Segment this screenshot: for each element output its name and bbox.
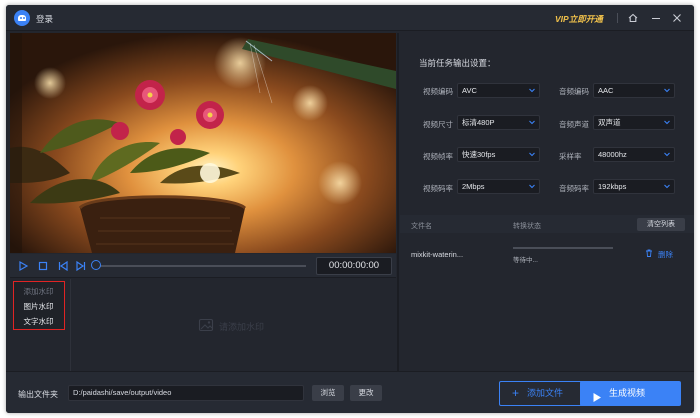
video-bitrate-select[interactable]: 2Mbps bbox=[457, 179, 540, 194]
generate-video-button[interactable]: 生成视频 bbox=[580, 381, 681, 406]
clear-list-button[interactable]: 清空列表 bbox=[637, 218, 685, 231]
video-size-label: 视频尺寸 bbox=[423, 120, 453, 129]
conversion-status: 等待中... bbox=[513, 257, 538, 264]
delete-button[interactable]: 删除 bbox=[658, 249, 673, 260]
time-display: 00:00:00:00 bbox=[316, 257, 392, 275]
audio-codec-label: 音频编码 bbox=[559, 87, 589, 96]
close-icon[interactable] bbox=[670, 11, 684, 25]
frame-rate-label: 视频帧率 bbox=[423, 152, 453, 161]
image-watermark-item[interactable]: 图片水印 bbox=[14, 299, 63, 314]
bottom-bar: 输出文件夹 D:/paidashi/save/output/video 浏览 更… bbox=[6, 371, 694, 413]
player-controls: 00:00:00:00 bbox=[10, 254, 396, 278]
chevron-down-icon bbox=[662, 85, 672, 96]
video-codec-select[interactable]: AVC bbox=[457, 83, 540, 98]
watermark-empty-hint: 请添加水印 bbox=[219, 322, 265, 332]
chevron-down-icon bbox=[527, 85, 537, 96]
conversion-progress-bar bbox=[513, 247, 613, 249]
watermark-menu: 添加水印 图片水印 文字水印 bbox=[13, 281, 65, 330]
chevron-down-icon bbox=[662, 181, 672, 192]
file-list: 文件名 转换状态 清空列表 mixkit-waterin... 等待中... 删… bbox=[400, 215, 694, 371]
output-folder-path[interactable]: D:/paidashi/save/output/video bbox=[68, 385, 304, 401]
column-status: 转换状态 bbox=[513, 223, 541, 230]
previous-frame-icon[interactable] bbox=[56, 259, 70, 273]
play-icon bbox=[592, 388, 602, 402]
next-frame-icon[interactable] bbox=[74, 259, 88, 273]
file-row[interactable]: mixkit-waterin... 等待中... 删除 bbox=[400, 239, 694, 267]
home-icon[interactable] bbox=[626, 11, 640, 25]
watermark-divider bbox=[70, 279, 71, 371]
file-list-header: 文件名 转换状态 清空列表 bbox=[400, 215, 694, 233]
vip-upgrade-link[interactable]: VIP立即开通 bbox=[555, 13, 603, 25]
browse-button[interactable]: 浏览 bbox=[312, 385, 344, 401]
add-file-label: 添加文件 bbox=[527, 388, 564, 398]
video-preview bbox=[10, 33, 396, 253]
audio-channel-label: 音频声道 bbox=[559, 120, 589, 129]
chevron-down-icon bbox=[527, 117, 537, 128]
generate-video-label: 生成视频 bbox=[609, 388, 646, 398]
video-codec-label: 视频编码 bbox=[423, 87, 453, 96]
minimize-icon[interactable] bbox=[649, 11, 663, 25]
image-placeholder-icon bbox=[198, 317, 214, 333]
seek-handle[interactable] bbox=[91, 260, 101, 270]
file-name: mixkit-waterin... bbox=[411, 250, 464, 259]
watermark-panel: 添加水印 图片水印 文字水印 请添加水印 bbox=[10, 279, 396, 371]
audio-bitrate-select[interactable]: 192kbps bbox=[593, 179, 675, 194]
add-watermark-item[interactable]: 添加水印 bbox=[14, 284, 63, 299]
column-filename: 文件名 bbox=[411, 223, 432, 230]
app-logo-icon bbox=[14, 10, 30, 26]
output-folder-label: 输出文件夹 bbox=[18, 390, 58, 399]
sample-rate-select[interactable]: 48000hz bbox=[593, 147, 675, 162]
text-watermark-item[interactable]: 文字水印 bbox=[14, 314, 63, 329]
settings-title: 当前任务输出设置： bbox=[419, 58, 496, 68]
frame-rate-select[interactable]: 快速30fps bbox=[457, 147, 540, 162]
plus-icon: + bbox=[512, 386, 520, 400]
panel-divider bbox=[397, 33, 399, 371]
output-settings-panel: 当前任务输出设置： 视频编码 AVC 音频编码 AAC 视频尺寸 标清480P … bbox=[400, 33, 694, 211]
play-icon[interactable] bbox=[16, 259, 30, 273]
audio-bitrate-label: 音频码率 bbox=[559, 184, 589, 193]
add-file-button[interactable]: + 添加文件 bbox=[499, 381, 588, 406]
stop-icon[interactable] bbox=[36, 259, 50, 273]
chevron-down-icon bbox=[662, 117, 672, 128]
video-bitrate-label: 视频码率 bbox=[423, 184, 453, 193]
chevron-down-icon bbox=[527, 181, 537, 192]
change-button[interactable]: 更改 bbox=[350, 385, 382, 401]
trash-icon[interactable] bbox=[644, 248, 654, 258]
audio-channel-select[interactable]: 双声道 bbox=[593, 115, 675, 130]
chevron-down-icon bbox=[662, 149, 672, 160]
video-size-select[interactable]: 标清480P bbox=[457, 115, 540, 130]
app-window: 登录 VIP立即开通 00:00:00:00 添加水印 图片水印 文字水印 请添… bbox=[6, 5, 694, 413]
seek-bar[interactable] bbox=[98, 265, 306, 267]
sample-rate-label: 采样率 bbox=[559, 152, 582, 161]
chevron-down-icon bbox=[527, 149, 537, 160]
login-link[interactable]: 登录 bbox=[36, 13, 53, 25]
titlebar-divider bbox=[617, 13, 618, 23]
audio-codec-select[interactable]: AAC bbox=[593, 83, 675, 98]
watermark-empty-state: 请添加水印 bbox=[198, 315, 294, 335]
title-bar: 登录 VIP立即开通 bbox=[6, 5, 694, 31]
